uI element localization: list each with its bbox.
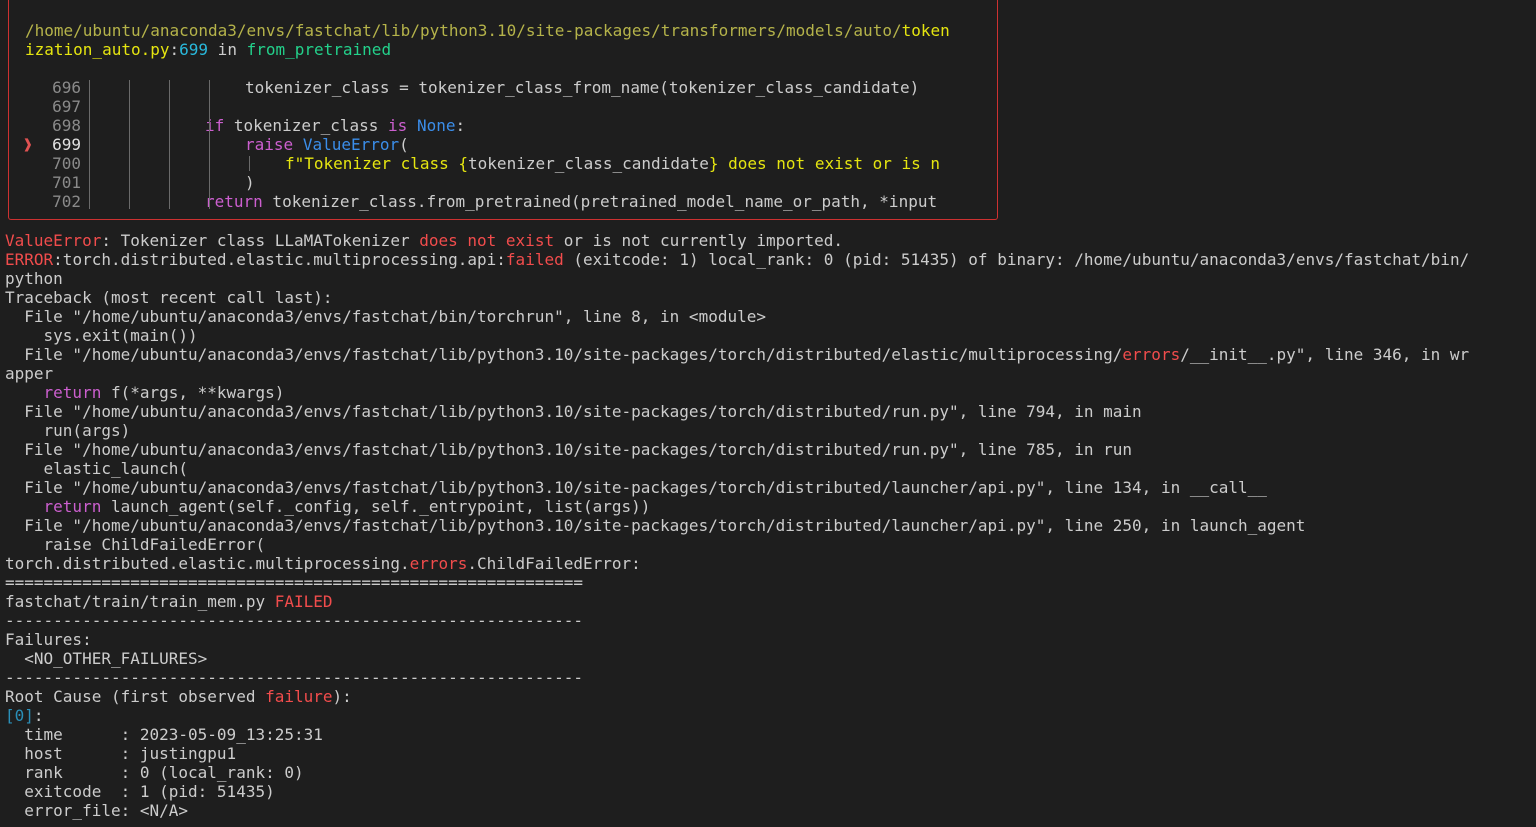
output-line: raise ChildFailedError(: [5, 535, 266, 554]
output-line: File "/home/ubuntu/anaconda3/envs/fastch…: [5, 402, 1142, 421]
output-line: error_file: <N/A>: [5, 801, 189, 820]
indent-guide: [209, 80, 210, 95]
function-name: from_pretrained: [246, 40, 392, 59]
code-line: raise ValueError(: [245, 135, 409, 154]
output-line: Root Cause (first observed failure):: [5, 687, 352, 706]
traceback-frame-box: /home/ubuntu/anaconda3/envs/fastchat/lib…: [8, 0, 998, 220]
indent-guide: [249, 156, 250, 171]
output-line: return f(*args, **kwargs): [43, 383, 285, 402]
output-line: torch.distributed.elastic.multiprocessin…: [5, 554, 641, 573]
output-line: apper: [5, 364, 54, 383]
output-line: ----------------------------------------…: [5, 611, 583, 630]
output-line: time : 2023-05-09_13:25:31: [5, 725, 323, 744]
output-line: ValueError: Tokenizer class LLaMATokeniz…: [5, 231, 844, 250]
indent-guide: [209, 137, 210, 190]
output-line: Traceback (most recent call last):: [5, 288, 333, 307]
output-line: File "/home/ubuntu/anaconda3/envs/fastch…: [5, 478, 1267, 497]
indent-guide: [169, 80, 170, 209]
frame-file-path-line: /home/ubuntu/anaconda3/envs/fastchat/lib…: [25, 21, 950, 40]
code-line-number: 699: [52, 135, 81, 154]
file-path-highlight: token: [901, 21, 950, 40]
output-line: exitcode : 1 (pid: 51435): [5, 782, 275, 801]
output-line: ERROR:torch.distributed.elastic.multipro…: [5, 250, 1470, 269]
output-line: host : justingpu1: [5, 744, 237, 763]
output-line: python: [5, 269, 63, 288]
output-line: run(args): [5, 421, 131, 440]
code-line-number: 697: [52, 97, 81, 116]
code-line-number: 698: [52, 116, 81, 135]
output-line: rank : 0 (local_rank: 0): [5, 763, 304, 782]
indent-guide: [89, 80, 90, 209]
code-line-number: 701: [52, 173, 81, 192]
file-path: /home/ubuntu/anaconda3/envs/fastchat/lib…: [25, 21, 902, 40]
output-line: elastic_launch(: [5, 459, 189, 478]
code-line: tokenizer_class = tokenizer_class_from_n…: [245, 78, 920, 97]
output-line: [0]:: [5, 706, 44, 725]
output-line: File "/home/ubuntu/anaconda3/envs/fastch…: [5, 307, 766, 326]
code-line: f"Tokenizer class {tokenizer_class_candi…: [285, 154, 941, 173]
output-line: fastchat/train/train_mem.py FAILED: [5, 592, 333, 611]
output-line: sys.exit(main()): [5, 326, 198, 345]
output-line: ========================================…: [5, 573, 583, 592]
terminal-window[interactable]: /home/ubuntu/anaconda3/envs/fastchat/lib…: [0, 0, 1536, 827]
output-line: File "/home/ubuntu/anaconda3/envs/fastch…: [5, 440, 1133, 459]
output-line: return launch_agent(self._config, self._…: [43, 497, 651, 516]
code-line-number: 702: [52, 192, 81, 211]
indent-guide: [129, 80, 130, 209]
line-number: 699: [179, 40, 209, 59]
file-name: ization_auto.py: [25, 40, 170, 59]
output-line: File "/home/ubuntu/anaconda3/envs/fastch…: [5, 516, 1306, 535]
code-line-number: 696: [52, 78, 81, 97]
code-line: ): [245, 173, 255, 192]
output-line: ----------------------------------------…: [5, 668, 583, 687]
output-line: File "/home/ubuntu/anaconda3/envs/fastch…: [5, 345, 1470, 364]
code-line: return tokenizer_class.from_pretrained(p…: [205, 192, 938, 211]
code-line-number: 700: [52, 154, 81, 173]
output-line: Failures:: [5, 630, 92, 649]
current-line-arrow-icon: ❱: [23, 135, 33, 154]
output-line: <NO_OTHER_FAILURES>: [5, 649, 208, 668]
code-line: if tokenizer_class is None:: [205, 116, 466, 135]
frame-file-path-line-2: ization_auto.py:699 in from_pretrained: [25, 40, 392, 59]
